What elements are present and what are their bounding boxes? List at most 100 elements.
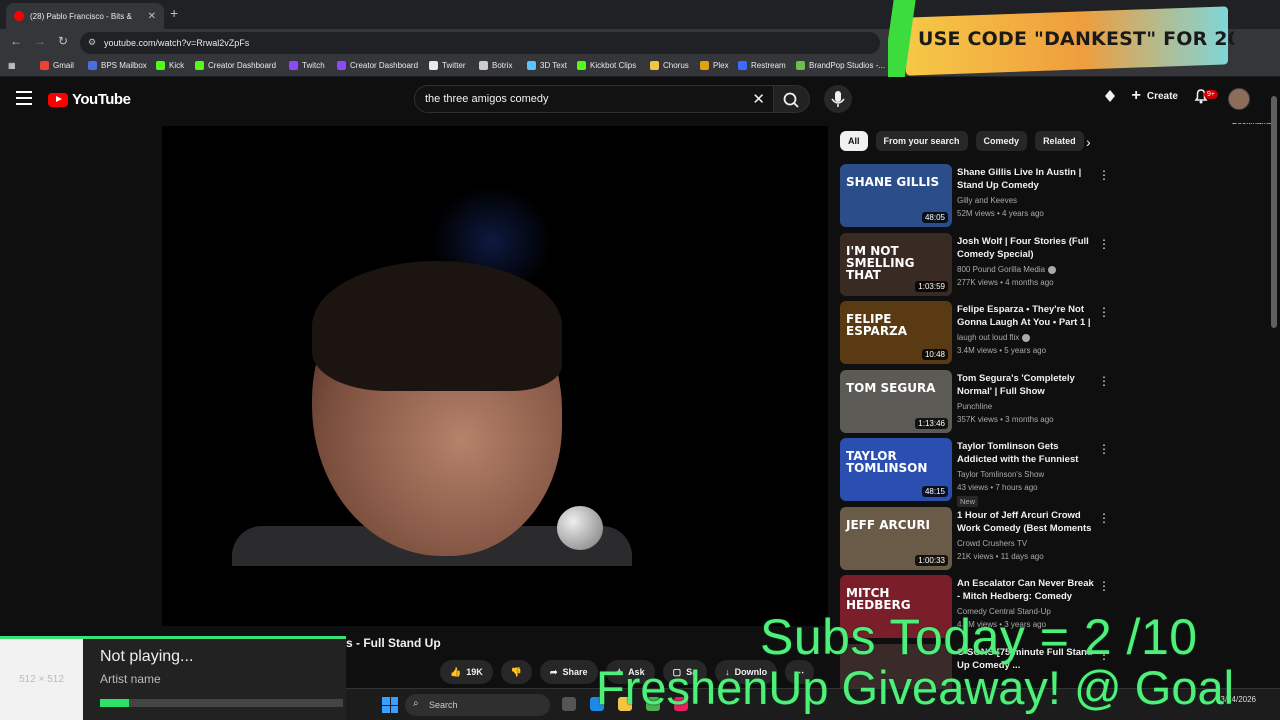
share-button[interactable]: ➦ Share <box>539 660 598 684</box>
video-player[interactable] <box>162 126 828 626</box>
voice-search-button[interactable] <box>824 85 852 113</box>
channel-name[interactable]: laugh out loud flix <box>957 333 1031 342</box>
video-title: s - Full Stand Up <box>346 636 441 650</box>
close-tab-icon[interactable]: ✕ <box>148 11 156 22</box>
apps-icon[interactable]: ▦ <box>8 61 16 70</box>
video-thumbnail[interactable]: SHANE GILLIS 48:05 <box>840 164 952 227</box>
recommendation-item[interactable]: I'M NOT SMELLING THAT 1:03:59 Josh Wolf | … <box>840 233 1110 297</box>
channel-name[interactable]: Punchline <box>957 402 992 411</box>
share-label: Share <box>562 667 588 677</box>
page-scrollbar[interactable] <box>1271 96 1277 328</box>
video-meta: 21K views • 11 days ago <box>957 552 1044 561</box>
thumbnail-text: I'M NOT SMELLING THAT <box>846 244 915 282</box>
bookmark-item[interactable]: Creator Dashboard <box>337 61 418 70</box>
channel-name[interactable]: Crowd Crushers TV <box>957 539 1027 548</box>
video-thumbnail[interactable]: I'M NOT SMELLING THAT 1:03:59 <box>840 233 952 296</box>
plus-icon: + <box>1131 87 1141 104</box>
bookmark-item[interactable]: Plex <box>700 61 729 70</box>
clear-search-icon[interactable]: ✕ <box>752 90 765 108</box>
bookmark-item[interactable]: Botrix <box>479 61 512 70</box>
chip-comedy[interactable]: Comedy <box>975 131 1028 151</box>
recommendation-title[interactable]: An Escalator Can Never Break - Mitch Hed… <box>957 577 1095 603</box>
bookmark-favicon-icon <box>195 61 204 70</box>
bookmark-label: 3D Text <box>540 61 567 70</box>
menu-icon[interactable] <box>16 91 32 105</box>
create-button[interactable]: + Create <box>1132 87 1178 105</box>
search-icon <box>783 92 799 108</box>
bookmark-item[interactable]: Creator Dashboard <box>195 61 276 70</box>
bookmark-item[interactable]: Twitch <box>289 61 325 70</box>
youtube-logo[interactable]: YouTube <box>48 91 131 108</box>
bookmark-item[interactable]: Twitter <box>429 61 466 70</box>
bookmark-favicon-icon <box>156 61 165 70</box>
bookmark-item[interactable]: 3D Text <box>527 61 567 70</box>
recommendation-title[interactable]: Josh Wolf | Four Stories (Full Comedy Sp… <box>957 235 1095 261</box>
bookmark-item[interactable]: BPS Mailbox <box>88 61 147 70</box>
windows-start-icon[interactable] <box>382 697 398 713</box>
bookmark-label: BrandPop Studios -... <box>809 61 886 70</box>
channel-name[interactable]: 800 Pound Gorilla Media <box>957 265 1057 274</box>
browser-tab[interactable]: (28) Pablo Francisco - Bits & ✕ <box>6 3 164 29</box>
chip-from-your-search[interactable]: From your search <box>875 131 968 151</box>
thumbs-down-icon: 👎 <box>510 666 522 677</box>
bookmark-item[interactable]: Restream <box>738 61 786 70</box>
task-view-icon[interactable] <box>562 697 576 711</box>
account-avatar[interactable] <box>1228 88 1250 110</box>
studio-icon[interactable] <box>1102 88 1118 104</box>
bookmark-item[interactable]: Kickbot Clips <box>577 61 636 70</box>
bookmark-item[interactable]: Chorus <box>650 61 689 70</box>
bookmark-favicon-icon <box>337 61 346 70</box>
recommendation-item[interactable]: TAYLOR TOMLINSON 48:15 Taylor Tomlinson Ge… <box>840 438 1110 507</box>
video-thumbnail[interactable]: TOM SEGURA 1:13:46 <box>840 370 952 433</box>
video-thumbnail[interactable]: JEFF ARCURI 1:00:33 <box>840 507 952 570</box>
bookmark-item[interactable]: BrandPop Studios -... <box>796 61 885 70</box>
recommendation-title[interactable]: Taylor Tomlinson Gets Addicted with the … <box>957 440 1095 466</box>
recommendation-title[interactable]: Tom Segura's 'Completely Normal' | Full … <box>957 372 1095 398</box>
video-thumbnail[interactable]: TAYLOR TOMLINSON 48:15 <box>840 438 952 501</box>
chip-all[interactable]: All <box>840 131 868 151</box>
url-bar[interactable]: ⚙ youtube.com/watch?v=Rrwal2vZpFs <box>80 32 880 54</box>
search-button[interactable] <box>774 85 810 113</box>
site-info-icon[interactable]: ⚙ <box>88 37 96 48</box>
recommendation-title[interactable]: Shane Gillis Live In Austin | Stand Up C… <box>957 166 1095 192</box>
recommendation-title[interactable]: Felipe Esparza • They're Not Gonna Laugh… <box>957 303 1095 329</box>
video-thumbnail[interactable]: FELIPE ESPARZA 10:48 <box>840 301 952 364</box>
video-frame-hair <box>312 261 562 391</box>
more-options-icon[interactable]: ⋮ <box>1098 374 1110 388</box>
thumbnail-text: JEFF ARCURI <box>846 518 931 532</box>
duration-badge: 1:13:46 <box>915 418 948 429</box>
promo-banner: USE CODE "DANKEST" FOR 20% OFF <box>888 0 1234 80</box>
new-tab-icon[interactable]: + <box>170 5 178 21</box>
recommendation-item[interactable]: TOM SEGURA 1:13:46 Tom Segura's 'Completel… <box>840 370 1110 434</box>
dislike-button[interactable]: 👎 <box>500 660 532 684</box>
chip-related[interactable]: Related <box>1035 131 1084 151</box>
recommendation-item[interactable]: JEFF ARCURI 1:00:33 1 Hour of Jeff Arcuri … <box>840 507 1110 571</box>
bookmark-favicon-icon <box>527 61 536 70</box>
more-options-icon[interactable]: ⋮ <box>1098 511 1110 525</box>
duration-badge: 1:00:33 <box>915 555 948 566</box>
back-icon[interactable]: ← <box>10 34 22 48</box>
recommendation-item[interactable]: FELIPE ESPARZA 10:48 Felipe Esparza • They… <box>840 301 1110 365</box>
search-input[interactable]: the three amigos comedy ✕ <box>414 85 774 113</box>
recommendation-item[interactable]: SHANE GILLIS 48:05 Shane Gillis Live In Au… <box>840 164 1110 228</box>
forward-icon[interactable]: → <box>34 34 46 48</box>
taskbar-search[interactable]: ⌕ Search <box>405 694 550 716</box>
like-button[interactable]: 👍 19K <box>440 660 493 684</box>
channel-name[interactable]: Taylor Tomlinson's Show <box>957 470 1044 479</box>
chevron-right-icon[interactable]: › <box>1086 134 1091 150</box>
more-options-icon[interactable]: ⋮ <box>1098 579 1110 593</box>
video-meta: 43 views • 7 hours ago <box>957 483 1038 492</box>
recommendation-title[interactable]: 1 Hour of Jeff Arcuri Crowd Work Comedy … <box>957 509 1095 535</box>
now-playing-widget: 512 × 512 Not playing... Artist name <box>0 636 346 720</box>
more-options-icon[interactable]: ⋮ <box>1098 237 1110 251</box>
bookmark-item[interactable]: Gmail <box>40 61 74 70</box>
channel-name[interactable]: Gilly and Keeves <box>957 196 1017 205</box>
more-options-icon[interactable]: ⋮ <box>1098 305 1110 319</box>
bookmark-item[interactable]: Kick <box>156 61 184 70</box>
youtube-masthead: YouTube the three amigos comedy ✕ + Crea… <box>0 77 1280 123</box>
more-options-icon[interactable]: ⋮ <box>1098 442 1110 456</box>
subs-goal-overlay: Subs Today = 2 /10 <box>760 609 1198 665</box>
bookmark-favicon-icon <box>650 61 659 70</box>
more-options-icon[interactable]: ⋮ <box>1098 168 1110 182</box>
reload-icon[interactable]: ↻ <box>58 34 68 48</box>
